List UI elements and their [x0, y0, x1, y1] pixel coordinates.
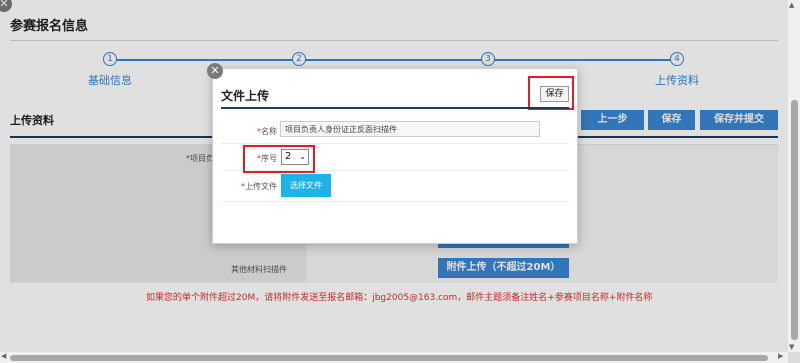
horizontal-scroll-thumb[interactable] — [10, 355, 768, 361]
scroll-down-icon[interactable]: ▼ — [789, 343, 794, 351]
upload-file-label: *上传文件 — [241, 182, 277, 191]
close-icon[interactable]: ✕ — [207, 63, 223, 79]
name-field[interactable]: 项目负责人身份证正反面扫描件 — [280, 121, 540, 137]
dialog-title: 文件上传 — [221, 89, 270, 103]
vertical-scroll-thumb[interactable] — [791, 100, 798, 340]
choose-file-button[interactable]: 选择文件 — [281, 174, 331, 197]
scroll-left-icon[interactable]: ◀ — [1, 352, 6, 360]
file-upload-dialog: ✕ 文件上传 保存 *名称 项目负责人身份证正反面扫描件 *序号 2 ⌄ *上传文… — [207, 63, 578, 244]
name-label: *名称 — [257, 127, 277, 136]
upload-row: *上传文件 — [221, 171, 569, 202]
scroll-up-icon[interactable]: ▲ — [789, 1, 794, 9]
save-highlight-box — [528, 76, 574, 110]
scrollbar-corner — [788, 352, 800, 363]
scroll-right-icon[interactable]: ▶ — [778, 352, 783, 360]
sequence-highlight-box — [243, 145, 315, 173]
dialog-divider — [221, 107, 569, 109]
